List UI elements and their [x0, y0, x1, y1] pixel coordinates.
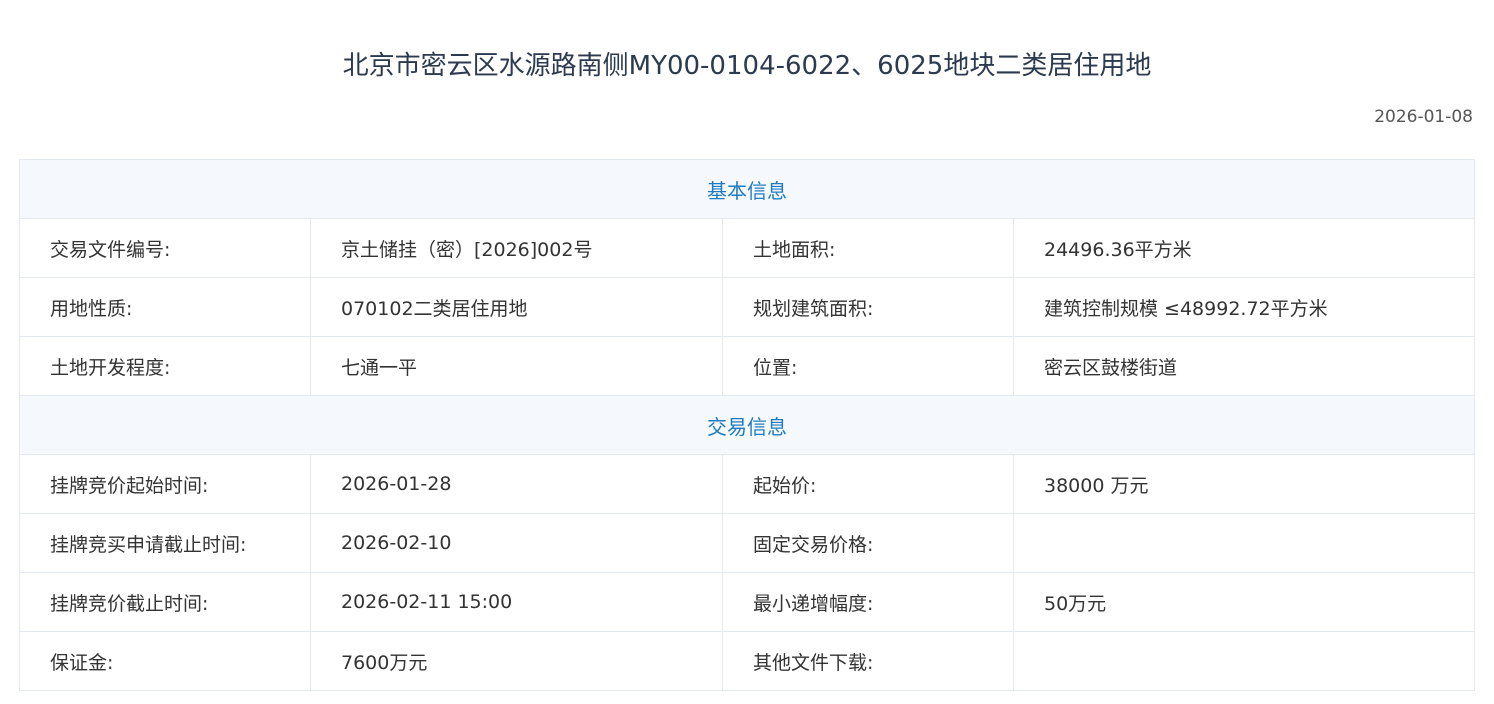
- table-row: 挂牌竞价截止时间: 2026-02-11 15:00 最小递增幅度: 50万元: [19, 572, 1475, 632]
- land-info-table: 基本信息 交易文件编号: 京土储挂（密）[2026]002号 土地面积: 244…: [19, 159, 1475, 691]
- other-files-download[interactable]: [1013, 631, 1475, 691]
- field-value: [1013, 513, 1475, 573]
- field-value: 38000 万元: [1013, 454, 1475, 514]
- field-value: 2026-02-11 15:00: [310, 572, 723, 632]
- field-label: 土地面积:: [722, 218, 1014, 278]
- table-row: 保证金: 7600万元 其他文件下载:: [19, 631, 1475, 691]
- field-label: 固定交易价格:: [722, 513, 1014, 573]
- field-label: 起始价:: [722, 454, 1014, 514]
- section-header-row: 基本信息: [19, 159, 1475, 219]
- field-label: 土地开发程度:: [19, 336, 311, 396]
- field-value: 建筑控制规模 ≤48992.72平方米: [1013, 277, 1475, 337]
- field-label: 保证金:: [19, 631, 311, 691]
- field-label: 最小递增幅度:: [722, 572, 1014, 632]
- publish-date: 2026-01-08: [1374, 107, 1473, 127]
- field-value: 七通一平: [310, 336, 723, 396]
- field-label: 规划建筑面积:: [722, 277, 1014, 337]
- section-header-trade-info: 交易信息: [19, 395, 1475, 455]
- field-value: 50万元: [1013, 572, 1475, 632]
- table-row: 用地性质: 070102二类居住用地 规划建筑面积: 建筑控制规模 ≤48992…: [19, 277, 1475, 337]
- field-value: 24496.36平方米: [1013, 218, 1475, 278]
- field-label: 挂牌竞价起始时间:: [19, 454, 311, 514]
- field-value: 7600万元: [310, 631, 723, 691]
- field-label: 其他文件下载:: [722, 631, 1014, 691]
- field-value: 密云区鼓楼街道: [1013, 336, 1475, 396]
- field-label: 位置:: [722, 336, 1014, 396]
- field-label: 挂牌竞买申请截止时间:: [19, 513, 311, 573]
- table-row: 挂牌竞买申请截止时间: 2026-02-10 固定交易价格:: [19, 513, 1475, 573]
- field-label: 挂牌竞价截止时间:: [19, 572, 311, 632]
- field-value: 京土储挂（密）[2026]002号: [310, 218, 723, 278]
- table-row: 交易文件编号: 京土储挂（密）[2026]002号 土地面积: 24496.36…: [19, 218, 1475, 278]
- page-title: 北京市密云区水源路南侧MY00-0104-6022、6025地块二类居住用地: [342, 51, 1152, 81]
- field-value: 2026-02-10: [310, 513, 723, 573]
- section-header-row: 交易信息: [19, 395, 1475, 455]
- field-label: 交易文件编号:: [19, 218, 311, 278]
- field-value: 070102二类居住用地: [310, 277, 723, 337]
- table-row: 土地开发程度: 七通一平 位置: 密云区鼓楼街道: [19, 336, 1475, 396]
- section-header-basic-info: 基本信息: [19, 159, 1475, 219]
- field-value: 2026-01-28: [310, 454, 723, 514]
- table-row: 挂牌竞价起始时间: 2026-01-28 起始价: 38000 万元: [19, 454, 1475, 514]
- field-label: 用地性质:: [19, 277, 311, 337]
